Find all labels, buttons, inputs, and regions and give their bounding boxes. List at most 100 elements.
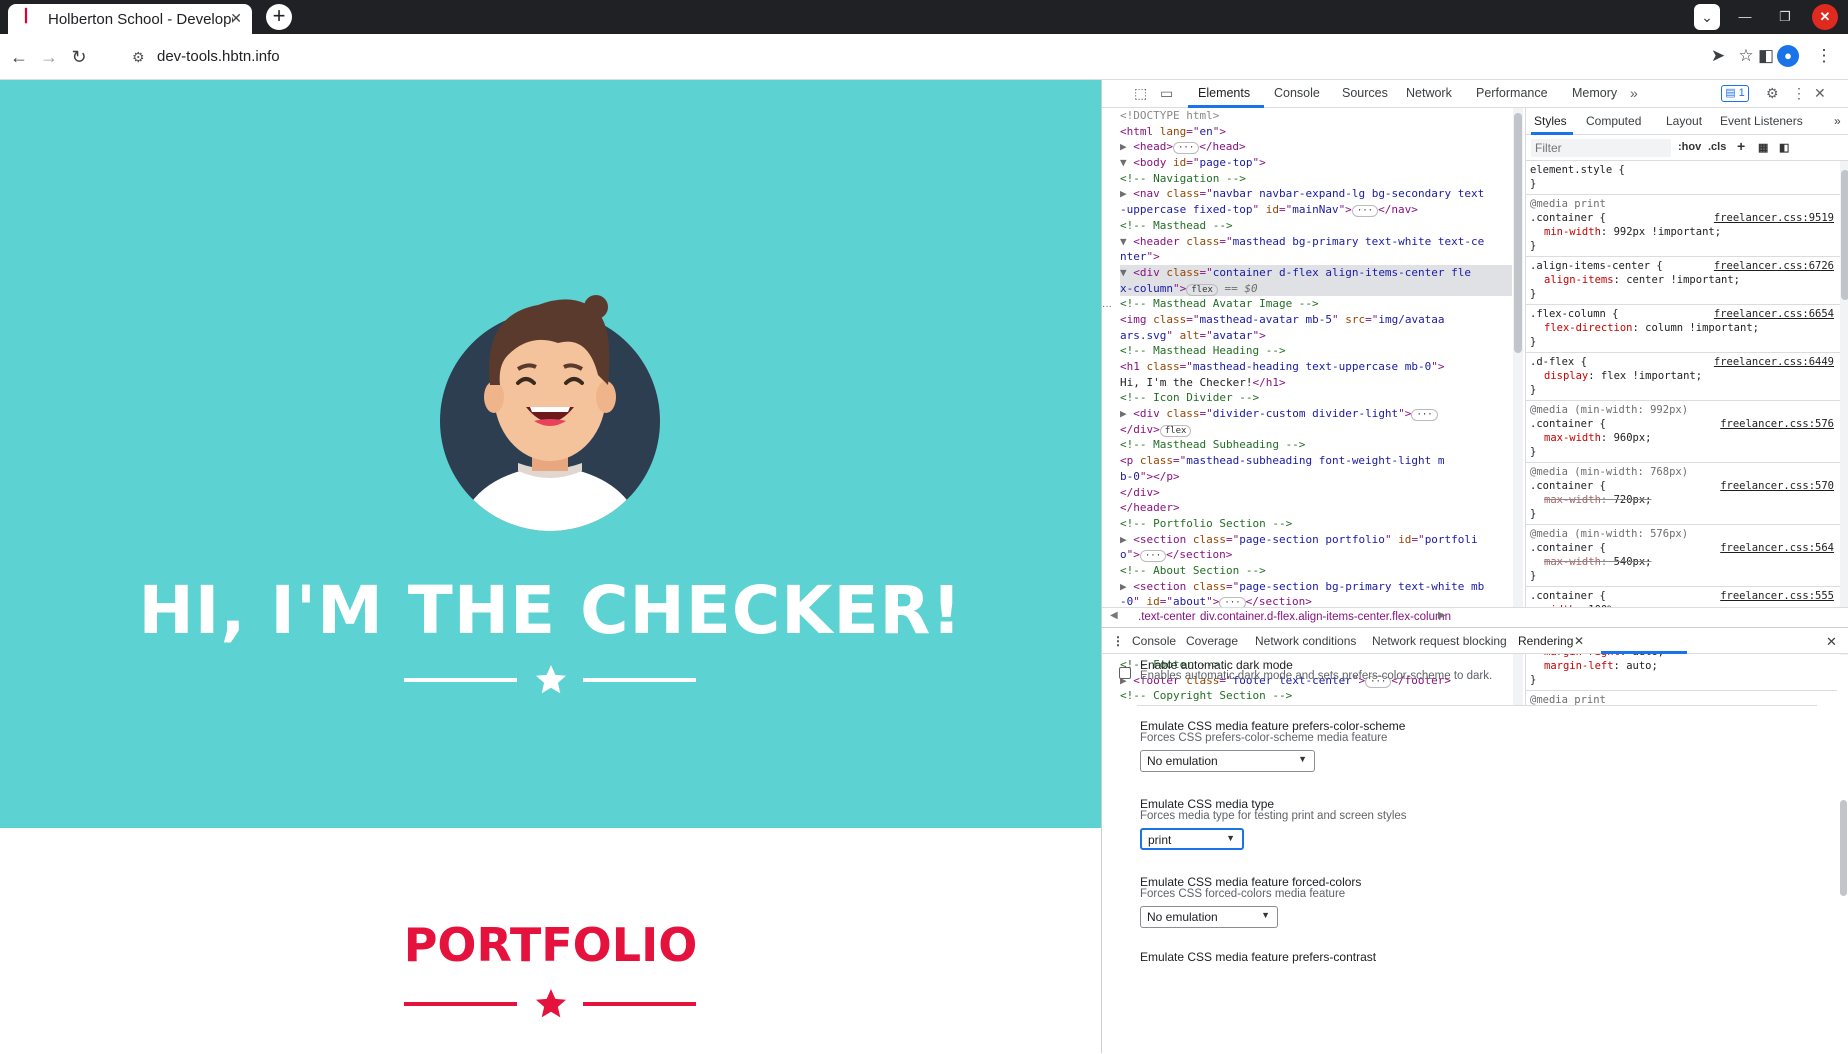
css-selector[interactable]: .container {: [1530, 212, 1606, 224]
css-property[interactable]: align-items: [1544, 274, 1614, 286]
css-declaration[interactable]: align-items: center !important;: [1530, 273, 1836, 287]
css-property[interactable]: display: [1544, 370, 1588, 382]
dom-badge[interactable]: ···: [1139, 550, 1167, 563]
devtools-menu-icon[interactable]: ⋮: [1792, 85, 1806, 102]
dom-node-line[interactable]: ▼ <body id="page-top">: [1120, 155, 1512, 171]
hov-toggle[interactable]: :hov: [1678, 141, 1701, 153]
dom-node-line[interactable]: <!-- Masthead -->: [1120, 218, 1512, 234]
tab-layout[interactable]: Layout: [1666, 114, 1702, 128]
css-rule[interactable]: @media (min-width: 768px) .container {fre…: [1526, 463, 1840, 525]
css-declaration[interactable]: max-width: 960px;: [1530, 431, 1836, 445]
reload-icon[interactable]: ↻: [68, 46, 90, 68]
dom-node-line[interactable]: x-column"> flex == $0: [1120, 280, 1512, 297]
css-source-link[interactable]: freelancer.css:570: [1720, 479, 1834, 493]
css-value[interactable]: 960px;: [1614, 432, 1652, 444]
new-tab-button[interactable]: +: [266, 4, 292, 30]
tab-performance[interactable]: Performance: [1476, 86, 1548, 100]
more-subtabs-chevron-icon[interactable]: »: [1834, 114, 1841, 128]
css-property[interactable]: max-width: [1544, 556, 1601, 568]
css-rule[interactable]: @media (min-width: 992px) .container {fre…: [1526, 401, 1840, 463]
drawer-menu-icon[interactable]: ⋮: [1112, 634, 1124, 648]
dom-node-line[interactable]: <html lang="en">: [1120, 124, 1512, 140]
css-selector[interactable]: .d-flex {: [1530, 356, 1587, 368]
dom-node-line[interactable]: ▶ <head> ··· </head>: [1120, 139, 1512, 155]
dom-node-line[interactable]: o"> ··· </section>: [1120, 547, 1512, 563]
maximize-window-icon[interactable]: ❐: [1772, 4, 1798, 30]
tab-event-listeners[interactable]: Event Listeners: [1720, 114, 1803, 128]
close-devtools-icon[interactable]: ✕: [1814, 85, 1826, 102]
close-drawer-icon[interactable]: ✕: [1826, 634, 1837, 650]
dom-node-line[interactable]: ▼ <header class="masthead bg-primary tex…: [1120, 234, 1512, 250]
styles-scrollbar-thumb[interactable]: [1841, 170, 1848, 300]
dom-badge[interactable]: ···: [1411, 409, 1438, 422]
tab-sources[interactable]: Sources: [1342, 86, 1388, 100]
new-rule-plus-icon[interactable]: +: [1737, 138, 1745, 154]
css-declaration[interactable]: min-width: 992px !important;: [1530, 225, 1836, 239]
tab-memory[interactable]: Memory: [1572, 86, 1617, 100]
browser-tab[interactable]: ꟾ Holberton School - Developer tools ✕: [8, 4, 252, 34]
dom-node-line[interactable]: <h1 class="masthead-heading text-upperca…: [1120, 359, 1512, 375]
dom-node-line[interactable]: <!-- Masthead Avatar Image -->: [1120, 296, 1512, 312]
media-type-select[interactable]: print ▼: [1140, 828, 1244, 850]
dom-node-line[interactable]: </div> flex: [1120, 422, 1512, 438]
rendering-scrollbar-thumb[interactable]: [1840, 800, 1847, 896]
dom-node-line[interactable]: Hi, I'm the Checker!</h1>: [1120, 375, 1512, 391]
issues-badge[interactable]: ▤ 1: [1721, 85, 1749, 102]
dom-scrollbar-thumb[interactable]: [1514, 113, 1522, 353]
dom-node-line[interactable]: <!-- About Section -->: [1120, 563, 1512, 579]
css-selector[interactable]: .flex-column {: [1530, 308, 1619, 320]
drawer-tab-network-request-blocking[interactable]: Network request blocking: [1372, 634, 1507, 648]
breadcrumb-left-arrow-icon[interactable]: ◀: [1110, 610, 1118, 621]
forced-colors-select[interactable]: No emulation ▼: [1140, 906, 1278, 928]
css-value[interactable]: 540px;: [1614, 556, 1652, 568]
breadcrumb-item-text-center[interactable]: .text-center: [1138, 611, 1196, 623]
css-source-link[interactable]: freelancer.css:555: [1720, 589, 1834, 603]
css-source-link[interactable]: freelancer.css:9519: [1714, 211, 1834, 225]
css-source-link[interactable]: freelancer.css:6654: [1714, 307, 1834, 321]
dom-node-line[interactable]: ▶ <nav class="navbar navbar-expand-lg bg…: [1120, 186, 1512, 202]
css-declaration[interactable]: max-width: 720px;: [1530, 493, 1836, 507]
side-panel-icon[interactable]: ◧: [1754, 46, 1778, 66]
css-rule[interactable]: .d-flex {freelancer.css:6449 display: fle…: [1526, 353, 1840, 401]
site-info-icon[interactable]: ⚙: [132, 49, 145, 66]
dom-node-line[interactable]: </header>: [1120, 500, 1512, 516]
css-source-link[interactable]: freelancer.css:576: [1720, 417, 1834, 431]
dom-node-line[interactable]: </div>: [1120, 485, 1512, 501]
dom-badge[interactable]: flex: [1159, 424, 1192, 437]
css-selector[interactable]: .container {: [1530, 480, 1606, 492]
dom-node-line[interactable]: nter">: [1120, 249, 1512, 265]
dark-mode-checkbox[interactable]: [1119, 667, 1131, 679]
css-selector[interactable]: .container {: [1530, 418, 1606, 430]
css-rule[interactable]: @media print .container {freelancer.css:9…: [1526, 195, 1840, 257]
css-rule[interactable]: @media (min-width: 576px) .container {fre…: [1526, 525, 1840, 587]
tab-console[interactable]: Console: [1274, 86, 1320, 100]
css-source-link[interactable]: freelancer.css:564: [1720, 541, 1834, 555]
dom-node-line[interactable]: <p class="masthead-subheading font-weigh…: [1120, 453, 1512, 469]
dom-node-line[interactable]: ▶ <section class="page-section portfolio…: [1120, 532, 1512, 548]
device-toolbar-icon[interactable]: ▭: [1160, 85, 1173, 102]
css-property[interactable]: min-width: [1544, 226, 1601, 238]
css-value[interactable]: center !important;: [1626, 274, 1740, 286]
dom-node-line[interactable]: <img class="masthead-avatar mb-5" src="i…: [1120, 312, 1512, 328]
inspect-element-icon[interactable]: ⬚: [1134, 85, 1147, 102]
tab-styles[interactable]: Styles: [1534, 114, 1567, 128]
prefers-color-scheme-select[interactable]: No emulation ▼: [1140, 750, 1315, 772]
dom-node-line[interactable]: ▶ <section class="page-section bg-primar…: [1120, 579, 1512, 595]
dom-node-line[interactable]: <!-- Navigation -->: [1120, 171, 1512, 187]
css-declaration[interactable]: flex-direction: column !important;: [1530, 321, 1836, 335]
close-tab-icon[interactable]: ✕: [230, 10, 242, 27]
breadcrumb-right-arrow-icon[interactable]: ▶: [1438, 610, 1446, 621]
address-bar[interactable]: ⚙ dev-tools.hbtn.info: [122, 40, 1702, 74]
send-icon[interactable]: ➤: [1706, 46, 1730, 66]
css-selector[interactable]: element.style {: [1530, 164, 1625, 176]
drawer-tab-network-conditions[interactable]: Network conditions: [1255, 634, 1356, 648]
css-property[interactable]: max-width: [1544, 494, 1601, 506]
css-property[interactable]: flex-direction: [1544, 322, 1633, 334]
breadcrumb-item-container[interactable]: div.container.d-flex.align-items-center.…: [1200, 611, 1451, 623]
dom-badge[interactable]: ···: [1173, 142, 1200, 155]
profile-avatar-icon[interactable]: ●: [1777, 45, 1799, 67]
minimize-window-icon[interactable]: —: [1732, 4, 1758, 30]
css-rule[interactable]: .align-items-center {freelancer.css:6726…: [1526, 257, 1840, 305]
css-rule[interactable]: element.style {}: [1526, 161, 1840, 195]
paint-brush-icon[interactable]: ▦: [1758, 141, 1768, 154]
